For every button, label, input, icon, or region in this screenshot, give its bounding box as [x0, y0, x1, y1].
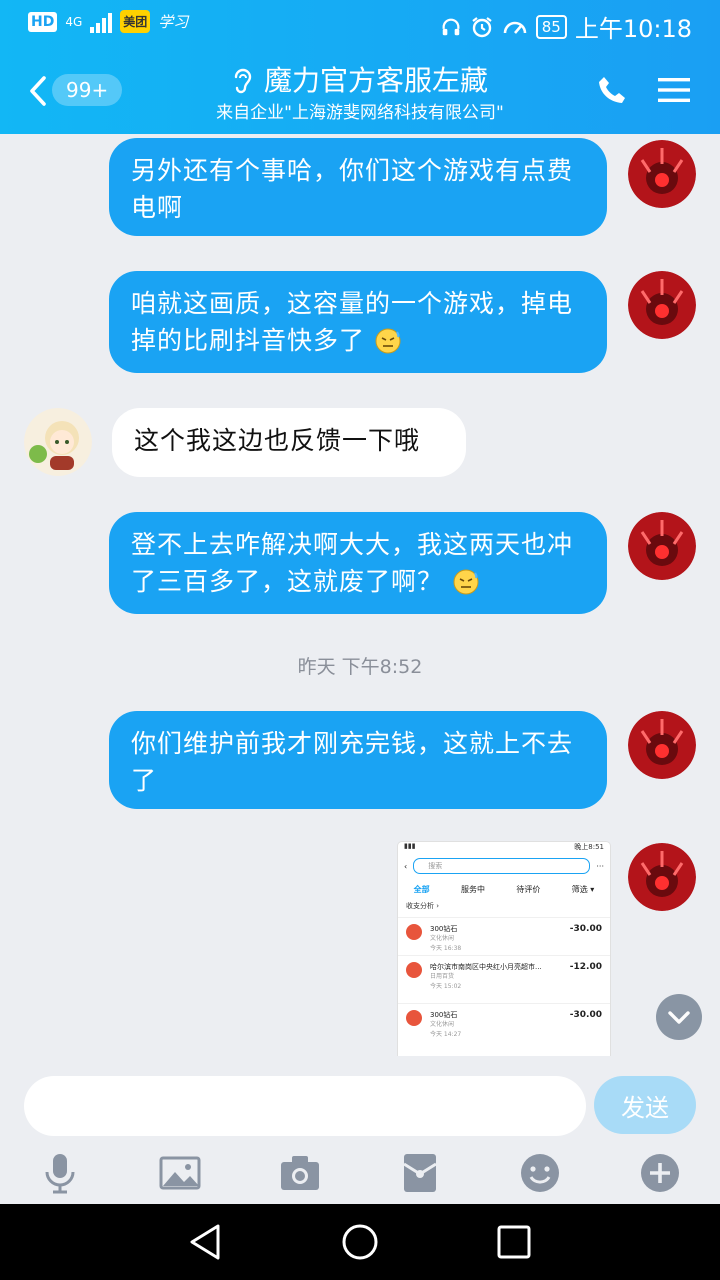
chat-title-block[interactable]: 魔力官方客服左藏 来自企业"上海游斐网络科技有限公司"	[140, 64, 580, 125]
transaction-title: 300钻石	[430, 925, 458, 933]
headphones-icon	[442, 18, 460, 35]
image-tabs: 全部 服务中 待评价 筛选 ▾	[398, 876, 610, 899]
image-search-box: 搜索	[413, 858, 591, 874]
order-icon	[406, 962, 422, 978]
camera-icon[interactable]	[277, 1150, 323, 1196]
order-icon	[406, 924, 422, 940]
transaction-time: 今天 16:38	[430, 945, 462, 952]
alarm-icon	[472, 16, 492, 37]
message-input-bar: 发送	[0, 1056, 720, 1204]
message-bubble-sent[interactable]: 另外还有个事哈，你们这个游戏有点费电啊	[109, 138, 607, 236]
message-bubble-sent[interactable]: 登不上去咋解决啊大大，我这两天也冲了三百多了，这就废了啊？	[109, 512, 607, 614]
send-button[interactable]: 发送	[594, 1076, 696, 1134]
transaction-time: 今天 15:02	[430, 983, 462, 990]
my-avatar[interactable]	[628, 711, 696, 779]
status-bar: HD 4G 美团 学习 85 上午10:18	[0, 0, 720, 48]
speed-icon	[503, 21, 527, 34]
image-tab: 待评价	[516, 885, 541, 894]
image-status-time: 晚上8:51	[574, 843, 604, 851]
plus-icon[interactable]	[637, 1150, 683, 1196]
timestamp-label: 昨天 下午8:52	[297, 656, 423, 678]
nav-recents-icon[interactable]	[494, 1222, 534, 1262]
ear-icon	[234, 68, 252, 94]
chat-header: 99+ 魔力官方客服左藏 来自企业"上海游斐网络科技有限公司"	[0, 48, 720, 134]
transaction-category: 文化休闲	[430, 935, 455, 942]
nav-home-icon[interactable]	[340, 1222, 380, 1262]
chevron-down-icon	[668, 1011, 690, 1024]
message-input[interactable]	[24, 1076, 586, 1136]
nav-back-icon[interactable]	[186, 1222, 226, 1262]
emoji-icon[interactable]	[517, 1150, 563, 1196]
sweat-smile-icon	[453, 569, 479, 595]
image-transaction-row: 300钻石 文化休闲 今天 14:27 -30.00	[398, 1003, 610, 1041]
my-avatar[interactable]	[628, 271, 696, 339]
image-section-title: 收支分析 ›	[406, 902, 440, 910]
order-icon	[406, 1010, 422, 1026]
top-bar: HD 4G 美团 学习 85 上午10:18 99+ 魔力官方客服左藏 来自企业…	[0, 0, 720, 134]
phone-icon[interactable]	[596, 74, 630, 108]
image-back-icon: ‹	[404, 861, 408, 871]
message-bubble-sent[interactable]: 咱就这画质，这容量的一个游戏，掉电掉的比刷抖音快多了	[109, 271, 607, 373]
image-transaction-row: 哈尔滨市南岗区中央红小月亮超市... 日用百货 今天 15:02 -12.00	[398, 955, 610, 1003]
transaction-amount: -30.00	[569, 924, 602, 934]
image-search-row: ‹ 搜索 ···	[398, 856, 610, 876]
system-nav-bar	[0, 1204, 720, 1280]
battery-indicator: 85	[535, 14, 567, 39]
agent-avatar[interactable]	[24, 408, 92, 476]
back-arrow-icon[interactable]	[22, 74, 56, 108]
message-bubble-sent[interactable]: 你们维护前我才刚充完钱，这就上不去了	[109, 711, 607, 809]
message-text: 你们维护前我才刚充完钱，这就上不去了	[131, 729, 574, 795]
image-more-icon: ···	[596, 861, 604, 871]
hd-indicator: HD	[28, 11, 58, 32]
message-text: 另外还有个事哈，你们这个游戏有点费电啊	[131, 156, 574, 222]
network-type: 4G	[65, 14, 83, 29]
scroll-to-bottom-button[interactable]	[656, 994, 702, 1040]
unread-badge[interactable]: 99+	[52, 74, 123, 106]
image-message-screenshot[interactable]: ▮▮▮ 晚上8:51 ‹ 搜索 ··· 全部 服务中 待评价 筛选 ▾ 收支分析 …	[398, 842, 610, 1056]
status-time: 上午10:18	[574, 15, 692, 43]
meituan-app-icon: 美团	[120, 10, 151, 33]
image-icon[interactable]	[157, 1150, 203, 1196]
my-avatar[interactable]	[628, 140, 696, 208]
image-tab: 筛选 ▾	[571, 885, 595, 894]
input-toolbar	[0, 1150, 720, 1196]
my-avatar[interactable]	[628, 843, 696, 911]
signal-icon	[90, 11, 113, 33]
message-text: 咱就这画质，这容量的一个游戏，掉电掉的比刷抖音快多了	[131, 289, 574, 355]
transaction-category: 文化休闲	[430, 1021, 455, 1028]
image-transaction-row: 300钻石 文化休闲 今天 16:38 -30.00	[398, 917, 610, 955]
my-avatar[interactable]	[628, 512, 696, 580]
transaction-time: 今天 14:27	[430, 1031, 462, 1038]
image-tab: 服务中	[461, 885, 486, 894]
mic-icon[interactable]	[37, 1150, 83, 1196]
chat-title: 魔力官方客服左藏	[263, 64, 488, 97]
chat-subtitle: 来自企业"上海游斐网络科技有限公司"	[216, 103, 504, 123]
sweat-smile-icon	[375, 328, 401, 354]
message-bubble-received[interactable]: 这个我这边也反馈一下哦	[112, 408, 466, 477]
menu-icon[interactable]	[658, 76, 690, 104]
message-text: 这个我这边也反馈一下哦	[134, 426, 421, 455]
message-text: 登不上去咋解决啊大大，我这两天也冲了三百多了，这就废了啊？	[131, 530, 574, 596]
image-tab: 全部	[413, 885, 430, 894]
xuexi-app-icon: 学习	[158, 13, 189, 31]
transaction-title: 300钻石	[430, 1011, 458, 1019]
transaction-category: 日用百货	[430, 973, 455, 980]
transaction-amount: -30.00	[569, 1010, 602, 1020]
chat-message-area[interactable]: 另外还有个事哈，你们这个游戏有点费电啊 咱就这画质，这容量的一个游戏，掉电掉的比…	[0, 134, 720, 1056]
transaction-amount: -12.00	[569, 962, 602, 972]
image-status-bar: ▮▮▮ 晚上8:51	[398, 842, 610, 856]
transaction-title: 哈尔滨市南岗区中央红小月亮超市...	[430, 963, 542, 971]
red-packet-icon[interactable]	[397, 1150, 443, 1196]
